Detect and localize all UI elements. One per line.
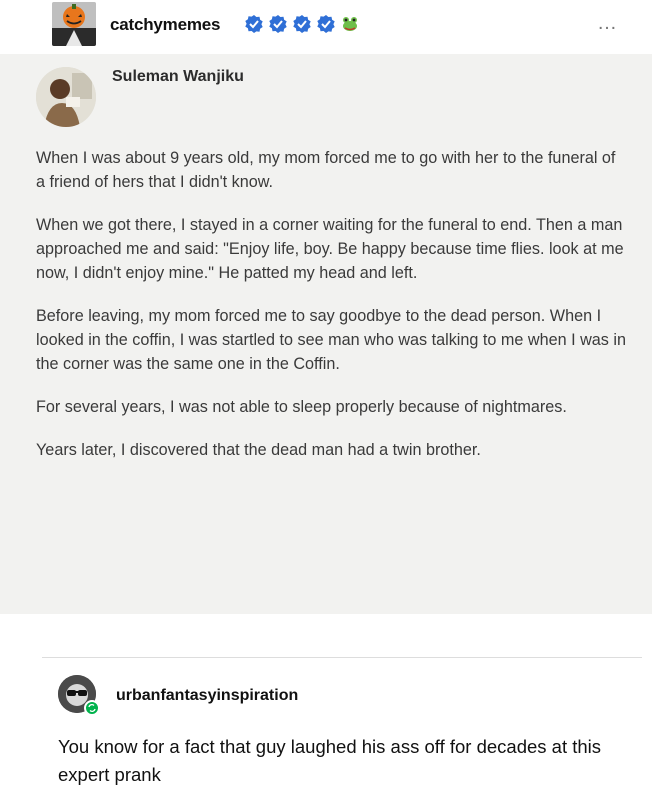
verified-check-icon[interactable] xyxy=(244,14,264,34)
author-avatar xyxy=(36,67,96,127)
story-paragraph: For several years, I was not able to sle… xyxy=(36,398,567,416)
frog-sticker-icon[interactable] xyxy=(340,14,360,34)
story-paragraph: Years later, I discovered that the dead … xyxy=(36,441,481,459)
person-photo-icon xyxy=(36,67,96,127)
blog-name[interactable]: catchymemes xyxy=(110,15,220,35)
author-name: Suleman Wanjiku xyxy=(112,68,244,85)
verified-check-icon[interactable] xyxy=(316,14,336,34)
reblog-icon xyxy=(84,700,100,716)
embedded-screenshot: Suleman Wanjiku When I was about 9 years… xyxy=(0,54,652,614)
more-options-icon[interactable]: … xyxy=(597,12,618,35)
blog-avatar[interactable] xyxy=(52,2,96,46)
pumpkin-suit-avatar-icon xyxy=(52,2,96,46)
story-paragraph: When we got there, I stayed in a corner … xyxy=(36,216,624,282)
verified-check-icon[interactable] xyxy=(268,14,288,34)
reblog-divider xyxy=(42,657,642,658)
reblog-comment: You know for a fact that guy laughed his… xyxy=(58,736,602,785)
story-paragraph: Before leaving, my mom forced me to say … xyxy=(36,307,626,373)
reblog-blog-name[interactable]: urbanfantasyinspiration xyxy=(116,687,298,705)
story-body: When I was about 9 years old, my mom for… xyxy=(36,146,626,462)
verified-check-icon[interactable] xyxy=(292,14,312,34)
post-header: catchymemes … xyxy=(52,0,652,48)
story-paragraph: When I was about 9 years old, my mom for… xyxy=(36,149,616,191)
badge-row xyxy=(244,14,360,34)
